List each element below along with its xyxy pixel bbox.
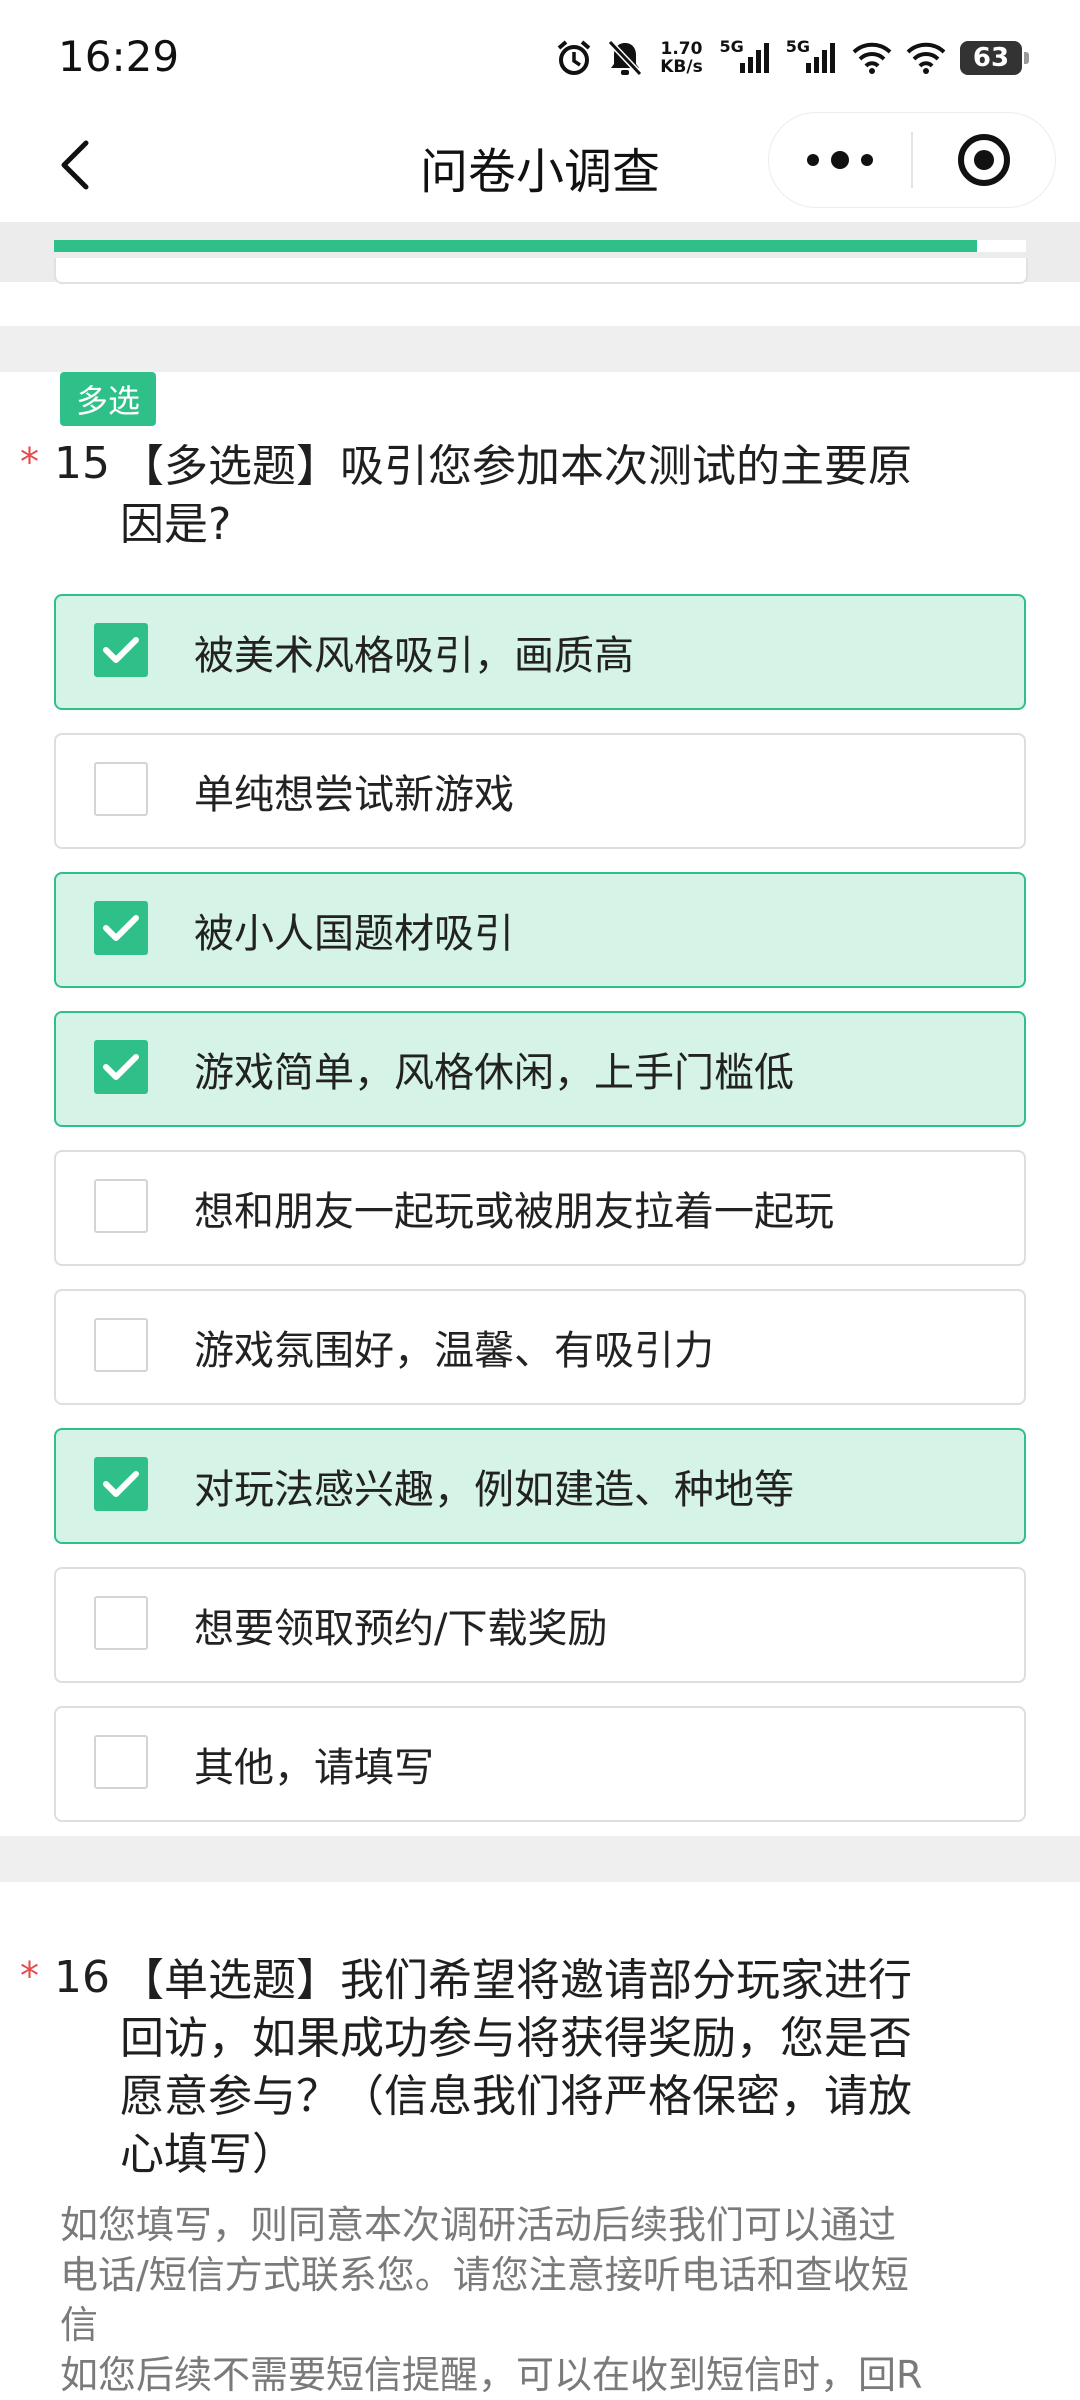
checkmark-icon bbox=[103, 915, 139, 941]
cellular-signal-1: 5G bbox=[719, 37, 771, 75]
option-item[interactable]: 游戏氛围好，温馨、有吸引力 bbox=[54, 1289, 1026, 1405]
description-line: 信 bbox=[60, 2303, 99, 2347]
more-button[interactable] bbox=[769, 113, 911, 207]
multi-select-tag: 多选 bbox=[60, 372, 156, 426]
checkbox[interactable] bbox=[94, 1457, 148, 1511]
close-miniprogram-button[interactable] bbox=[913, 113, 1056, 207]
question-title-line: 【多选题】吸引您参加本次测试的主要原 bbox=[120, 441, 912, 492]
option-label: 其他，请填写 bbox=[194, 1745, 434, 1791]
more-dot-icon bbox=[807, 154, 819, 166]
checkbox[interactable] bbox=[94, 1179, 148, 1233]
option-label: 游戏氛围好，温馨、有吸引力 bbox=[194, 1328, 714, 1374]
section-divider bbox=[0, 326, 1080, 372]
question-title-line: 【单选题】我们希望将邀请部分玩家进行 bbox=[120, 1955, 912, 2006]
checkmark-icon bbox=[103, 1471, 139, 1497]
question-title: 【单选题】我们希望将邀请部分玩家进行 回访，如果成功参与将获得奖励，您是否 愿意… bbox=[120, 1952, 1000, 2184]
option-item[interactable]: 其他，请填写 bbox=[54, 1706, 1026, 1822]
net-speed-value: 1.70 bbox=[660, 39, 703, 59]
net-speed: 1.70 KB/s bbox=[657, 40, 705, 76]
checkbox[interactable] bbox=[94, 1735, 148, 1789]
checkbox[interactable] bbox=[94, 762, 148, 816]
required-mark: * bbox=[20, 1954, 39, 1998]
question-title: 【多选题】吸引您参加本次测试的主要原 因是? bbox=[120, 438, 1000, 554]
question-title-line: 回访，如果成功参与将获得奖励，您是否 bbox=[120, 2013, 912, 2064]
option-label: 想要领取预约/下载奖励 bbox=[194, 1606, 608, 1652]
description-line: 电话/短信方式联系您。请您注意接听电话和查收短 bbox=[60, 2253, 909, 2297]
option-label: 被小人国题材吸引 bbox=[194, 911, 514, 957]
option-item[interactable]: 对玩法感兴趣，例如建造、种地等 bbox=[54, 1428, 1026, 1544]
checkbox[interactable] bbox=[94, 1040, 148, 1094]
mute-bell-icon bbox=[607, 39, 643, 77]
option-label: 对玩法感兴趣，例如建造、种地等 bbox=[194, 1467, 794, 1513]
progress-bar bbox=[54, 240, 1026, 252]
option-label: 游戏简单，风格休闲，上手门槛低 bbox=[194, 1050, 794, 1096]
checkbox[interactable] bbox=[94, 623, 148, 677]
progress-fill bbox=[54, 240, 978, 252]
option-item[interactable]: 被美术风格吸引，画质高 bbox=[54, 594, 1026, 710]
net-speed-unit: KB/s bbox=[660, 57, 703, 77]
option-item[interactable]: 单纯想尝试新游戏 bbox=[54, 733, 1026, 849]
checkmark-icon bbox=[103, 637, 139, 663]
wifi-icon-2 bbox=[906, 41, 946, 75]
option-item[interactable]: 想和朋友一起玩或被朋友拉着一起玩 bbox=[54, 1150, 1026, 1266]
wifi-icon bbox=[852, 41, 892, 75]
required-mark: * bbox=[20, 440, 39, 484]
options-list: 被美术风格吸引，画质高 单纯想尝试新游戏 被小人国题材吸引 游戏简单，风格休闲，… bbox=[54, 594, 1026, 1845]
more-dot-icon bbox=[861, 154, 873, 166]
question-title-line: 因是? bbox=[120, 499, 232, 550]
question-title-line: 愿意参与？（信息我们将严格保密，请放 bbox=[120, 2071, 912, 2122]
checkbox[interactable] bbox=[94, 1318, 148, 1372]
question-number: 16 bbox=[54, 1952, 110, 2003]
option-label: 单纯想尝试新游戏 bbox=[194, 772, 514, 818]
question-title-line: 心填写） bbox=[120, 2129, 296, 2180]
signal-2-label: 5G bbox=[785, 36, 810, 56]
question-number: 15 bbox=[54, 438, 110, 489]
checkbox[interactable] bbox=[94, 1596, 148, 1650]
option-item[interactable]: 被小人国题材吸引 bbox=[54, 872, 1026, 988]
question-description: 如您填写，则同意本次调研活动后续我们可以通过 电话/短信方式联系您。请您注意接听… bbox=[60, 2200, 1020, 2400]
section-divider bbox=[0, 1836, 1080, 1882]
option-item[interactable]: 想要领取预约/下载奖励 bbox=[54, 1567, 1026, 1683]
checkmark-icon bbox=[103, 1054, 139, 1080]
battery-indicator: 63 bbox=[960, 41, 1029, 75]
description-line: 如您填写，则同意本次调研活动后续我们可以通过 bbox=[60, 2203, 897, 2247]
status-time: 16:29 bbox=[58, 32, 180, 81]
nav-bar: 问卷小调查 bbox=[0, 110, 1080, 222]
miniprogram-capsule bbox=[768, 112, 1056, 208]
checkbox[interactable] bbox=[94, 901, 148, 955]
option-item[interactable]: 游戏简单，风格休闲，上手门槛低 bbox=[54, 1011, 1026, 1127]
description-line: 如您后续不需要短信提醒，可以在收到短信时，回R bbox=[60, 2353, 923, 2397]
more-dot-icon bbox=[831, 151, 849, 169]
status-icons: 1.70 KB/s 5G 5G 63 bbox=[555, 36, 1029, 80]
option-label: 想和朋友一起玩或被朋友拉着一起玩 bbox=[194, 1189, 834, 1235]
target-close-icon bbox=[957, 134, 1010, 186]
status-bar: 16:29 1.70 KB/s 5G 5G 63 bbox=[0, 0, 1080, 110]
signal-1-label: 5G bbox=[719, 36, 744, 56]
alarm-icon bbox=[555, 39, 593, 77]
cellular-signal-2: 5G bbox=[786, 37, 838, 75]
option-label: 被美术风格吸引，画质高 bbox=[194, 633, 634, 679]
previous-option-edge bbox=[54, 258, 1028, 284]
